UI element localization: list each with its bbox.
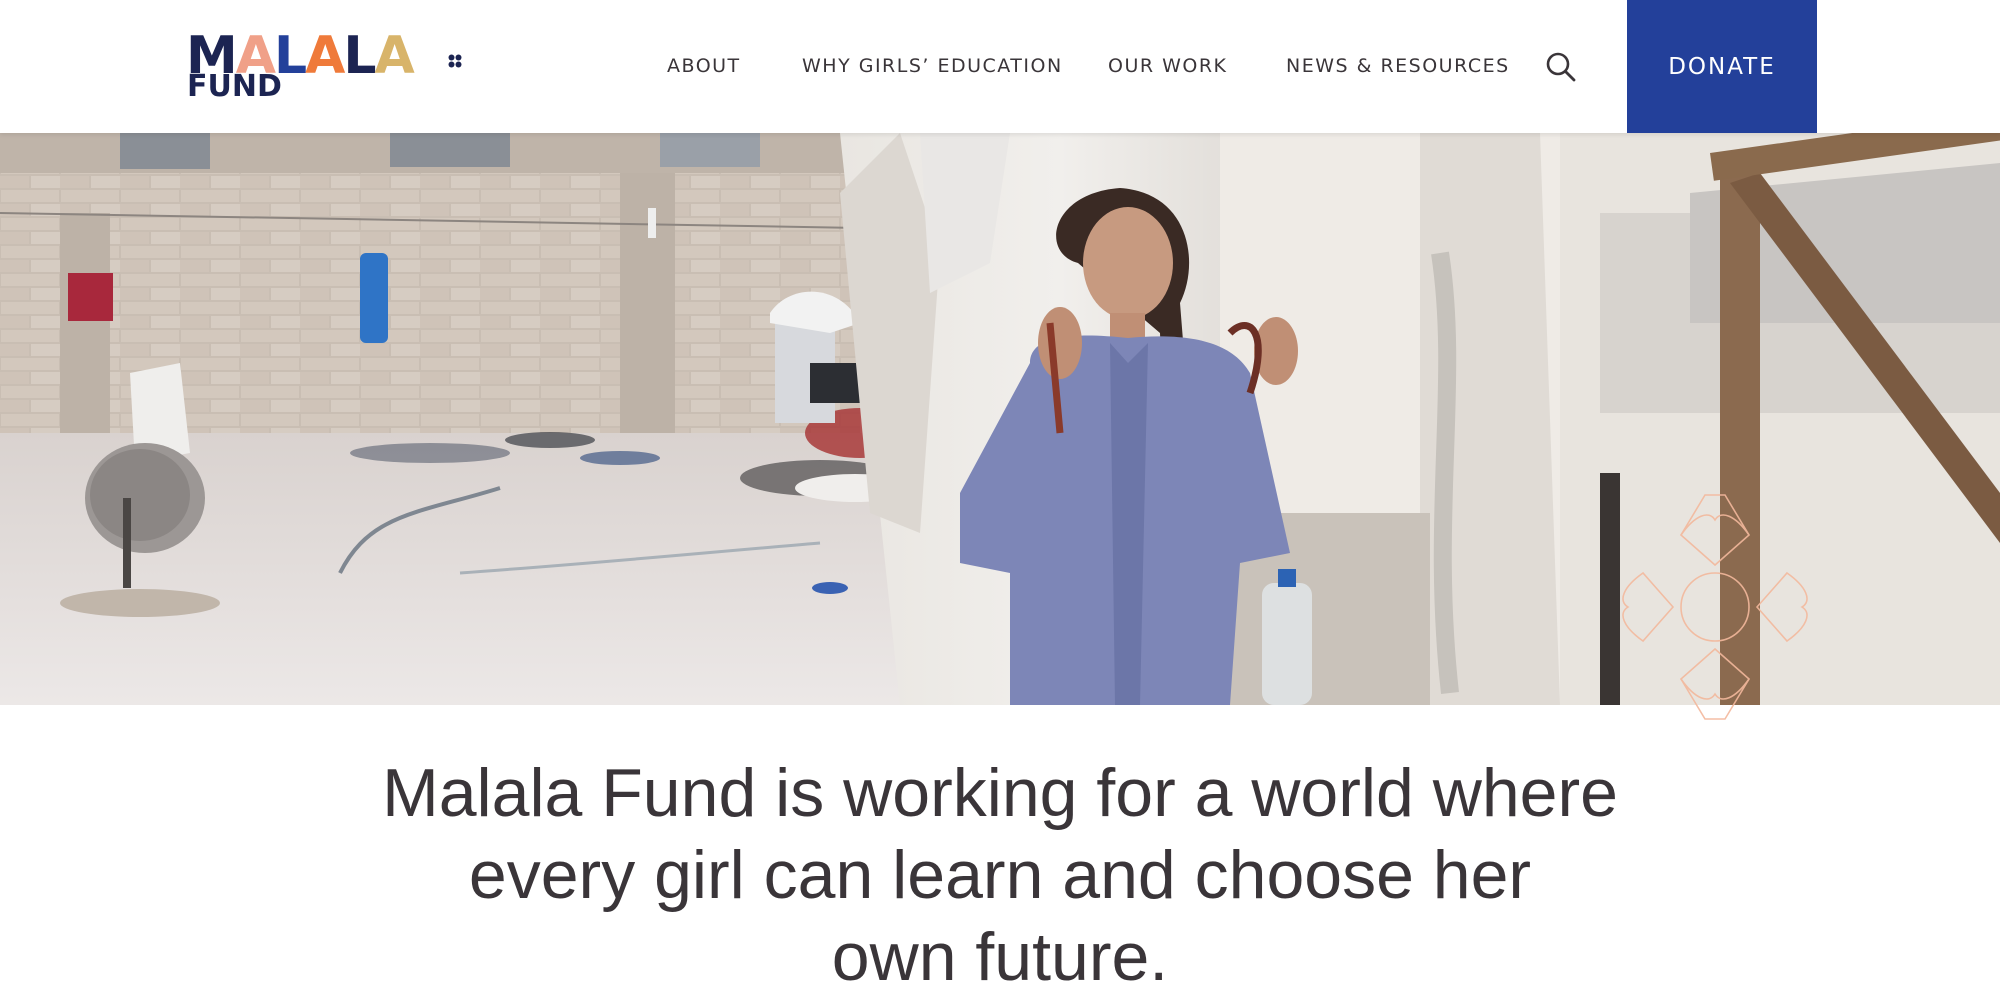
mission-line: every girl can learn and choose her <box>468 837 1532 913</box>
site-header: MALALA FUND ABOUT WHY GIRLS’ EDUCATION O… <box>0 0 2000 133</box>
nav-news-resources[interactable]: NEWS & RESOURCES <box>1286 54 1510 78</box>
logo-letter: A <box>374 26 415 86</box>
mission-line: Malala Fund is working for a world where <box>382 755 1618 831</box>
logo-subtitle: FUND <box>187 69 282 104</box>
malala-fund-logo[interactable]: MALALA FUND <box>186 30 466 102</box>
mission-statement: Malala Fund is working for a world where… <box>300 752 1700 998</box>
nav-why-girls-education[interactable]: WHY GIRLS’ EDUCATION <box>802 54 1063 78</box>
logo-letter: A <box>305 26 345 86</box>
logo-letter: L <box>343 26 376 86</box>
nav-our-work[interactable]: OUR WORK <box>1108 54 1228 78</box>
decorative-flower-icon <box>1622 494 1808 720</box>
nav-about[interactable]: ABOUT <box>667 54 741 78</box>
logo-flower-icon <box>448 54 462 68</box>
mission-line: own future. <box>831 919 1169 995</box>
search-icon[interactable] <box>1545 51 1577 83</box>
donate-button[interactable]: DONATE <box>1627 0 1817 133</box>
